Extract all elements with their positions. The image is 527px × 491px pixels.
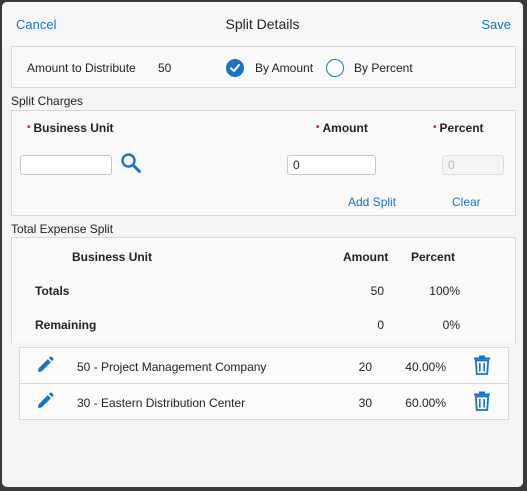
by-percent-radio[interactable] [326, 59, 344, 77]
col-header-amount: Amount [343, 250, 389, 264]
col-header-percent: Percent [411, 250, 456, 264]
split-business-unit: 30 - Eastern Distribution Center [77, 396, 246, 410]
total-expense-split-title: Total Expense Split [11, 222, 114, 236]
amount-header: • Amount [316, 121, 368, 135]
totals-percent: 100% [429, 284, 460, 298]
amount-input[interactable]: 0 [287, 155, 376, 175]
split-details-panel: Cancel Split Details Save Amount to Dist… [2, 2, 523, 487]
pencil-icon[interactable] [36, 356, 54, 379]
page-title: Split Details [225, 16, 300, 32]
trash-icon[interactable] [473, 391, 491, 416]
total-expense-split-box: Business Unit Amount Percent Totals 50 1… [11, 237, 516, 343]
split-list: 50 - Project Management Company 20 40.00… [19, 347, 509, 420]
split-business-unit: 50 - Project Management Company [77, 360, 267, 374]
split-charges-title: Split Charges [11, 94, 84, 108]
row-divider [20, 383, 508, 384]
amount-to-distribute-label: Amount to Distribute [27, 61, 136, 75]
amount-to-distribute-box: Amount to Distribute 50 By Amount By Per… [11, 46, 516, 88]
split-amount: 30 [358, 396, 372, 410]
pencil-icon[interactable] [36, 392, 54, 415]
percent-header: • Percent [433, 121, 484, 135]
by-percent-label[interactable]: By Percent [354, 61, 413, 75]
clear-button[interactable]: Clear [452, 195, 481, 209]
business-unit-header: • Business Unit [27, 121, 114, 135]
totals-amount: 50 [370, 284, 384, 298]
add-split-button[interactable]: Add Split [348, 195, 396, 209]
split-amount: 20 [358, 360, 372, 374]
save-button[interactable]: Save [481, 17, 511, 32]
percent-input: 0 [442, 155, 504, 175]
col-header-business-unit: Business Unit [72, 250, 153, 264]
trash-icon[interactable] [473, 355, 491, 380]
split-percent: 60.00% [405, 396, 446, 410]
remaining-label: Remaining [35, 318, 97, 332]
search-icon[interactable] [120, 152, 142, 179]
split-percent: 40.00% [405, 360, 446, 374]
business-unit-input[interactable] [20, 155, 112, 175]
header-bar: Cancel Split Details Save [2, 2, 523, 46]
by-amount-label[interactable]: By Amount [255, 61, 313, 75]
totals-label: Totals [35, 284, 70, 298]
amount-to-distribute-value: 50 [158, 61, 172, 75]
split-charges-box: • Business Unit • Amount • Percent 0 0 Add … [11, 110, 516, 216]
by-amount-radio-checked-icon[interactable] [226, 59, 244, 77]
remaining-amount: 0 [377, 318, 384, 332]
remaining-percent: 0% [442, 318, 460, 332]
